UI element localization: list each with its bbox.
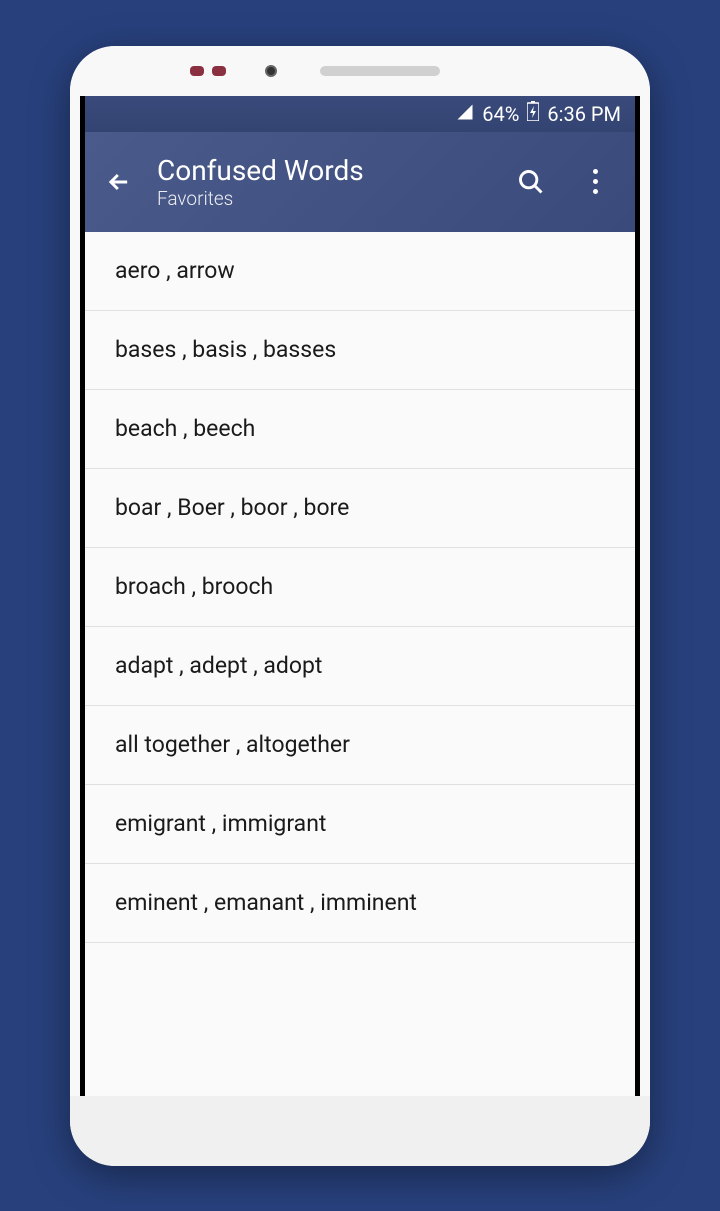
app-subtitle: Favorites: [157, 187, 487, 210]
list-item-label: bases , basis , basses: [115, 336, 336, 363]
front-camera: [265, 65, 277, 77]
title-group: Confused Words Favorites: [157, 154, 487, 210]
list-item-label: all together , altogether: [115, 731, 350, 758]
signal-icon: [456, 102, 474, 126]
list-item[interactable]: all together , altogether: [85, 706, 635, 785]
sensors: [190, 66, 226, 76]
list-item-label: aero , arrow: [115, 257, 235, 284]
battery-percent: 64%: [482, 102, 519, 126]
list-item[interactable]: aero , arrow: [85, 232, 635, 311]
battery-charging-icon: [527, 101, 539, 126]
list-item-label: emigrant , immigrant: [115, 810, 326, 837]
list-item[interactable]: eminent , emanant , imminent: [85, 864, 635, 943]
list-item[interactable]: emigrant , immigrant: [85, 785, 635, 864]
more-options-button[interactable]: [575, 169, 615, 194]
list-item-label: eminent , emanant , imminent: [115, 889, 417, 916]
list-item-label: beach , beech: [115, 415, 255, 442]
phone-top-bezel: [70, 46, 650, 96]
list-item-label: adapt , adept , adopt: [115, 652, 322, 679]
list-item-label: broach , brooch: [115, 573, 273, 600]
phone-frame: 64% 6:36 PM Confused Words Favorites: [70, 46, 650, 1166]
status-bar: 64% 6:36 PM: [85, 96, 635, 132]
list-item[interactable]: bases , basis , basses: [85, 311, 635, 390]
favorites-list[interactable]: aero , arrow bases , basis , basses beac…: [85, 232, 635, 1096]
list-item[interactable]: broach , brooch: [85, 548, 635, 627]
app-title: Confused Words: [157, 154, 487, 187]
list-item[interactable]: beach , beech: [85, 390, 635, 469]
back-button[interactable]: [105, 168, 133, 196]
speaker-grille: [320, 66, 440, 76]
app-bar: Confused Words Favorites: [85, 132, 635, 232]
search-button[interactable]: [511, 168, 551, 196]
status-time: 6:36 PM: [547, 102, 621, 126]
phone-bottom-bezel: [70, 1096, 650, 1166]
list-item[interactable]: boar , Boer , boor , bore: [85, 469, 635, 548]
list-item[interactable]: adapt , adept , adopt: [85, 627, 635, 706]
screen: 64% 6:36 PM Confused Words Favorites: [80, 96, 640, 1096]
more-vert-icon: [593, 169, 598, 194]
list-item-label: boar , Boer , boor , bore: [115, 494, 349, 521]
